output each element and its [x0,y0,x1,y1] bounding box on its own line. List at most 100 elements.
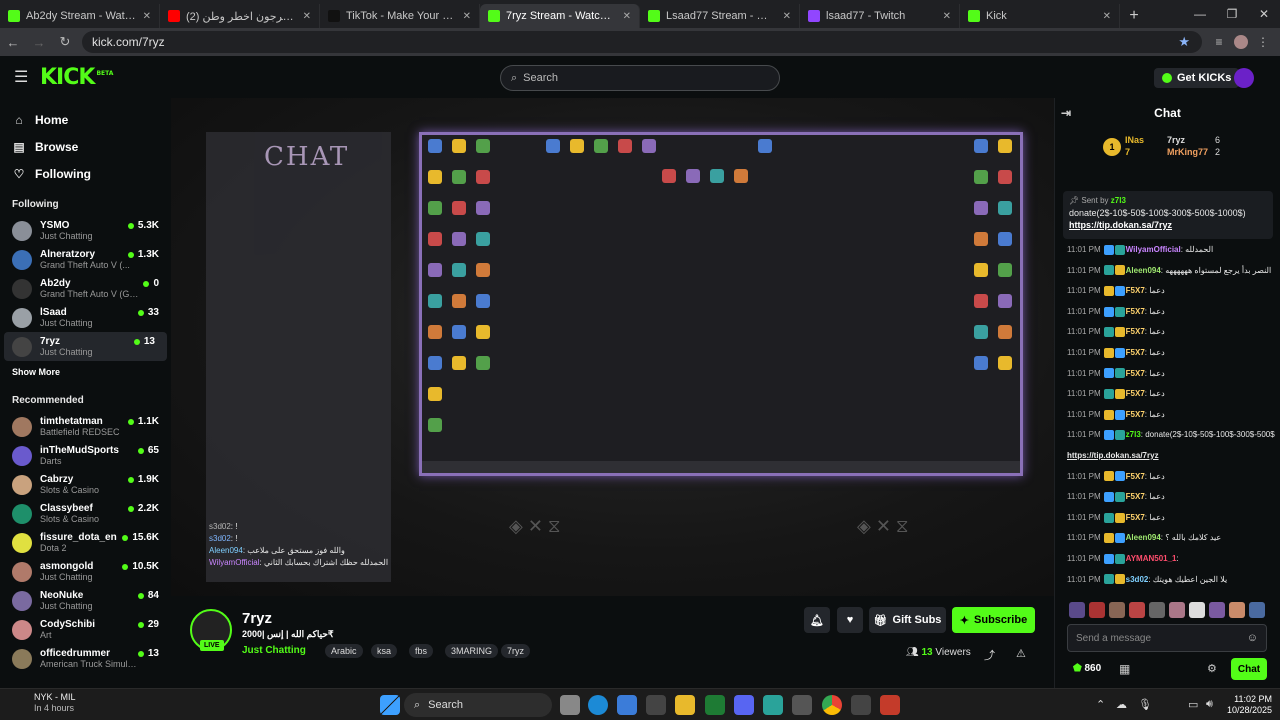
browser-tab[interactable]: lsaad77 - Twitch ✕ [800,4,960,28]
chat-username[interactable]: Aleen094 [1126,266,1161,275]
chrome-icon[interactable] [822,695,842,715]
url-field[interactable]: kick.com/7ryz ★ [82,31,1202,53]
onedrive-icon[interactable]: ☁ [1116,698,1127,711]
obs-icon[interactable] [880,695,900,715]
sidebar-channel[interactable]: Ab2dy Grand Theft Auto V (GTA) 0 [0,274,171,303]
volume-icon[interactable]: 🔊︎ [1206,698,1213,711]
browser-tab[interactable]: Lsaad77 Stream - Watch Live o ✕ [640,4,800,28]
chat-settings-icon[interactable]: ⚙ [1207,662,1217,675]
gift-shop-icon[interactable]: ▦ [1119,662,1130,676]
pinned-message[interactable]: 📌︎ Sent by z7l3 donate(2$-10$-50$-100$-3… [1063,191,1273,239]
tab-close-icon[interactable]: ✕ [463,11,471,22]
channel-points[interactable]: ⬟ 860 [1073,663,1101,674]
stream-tag[interactable]: fbs [409,644,434,658]
sidebar-channel[interactable]: timthetatman Battlefield REDSEC 1.1K [0,412,171,441]
emote-icon[interactable] [1129,602,1145,618]
maximize-icon[interactable]: ❐ [1216,0,1248,28]
video-player[interactable]: CHAT s3d02: ! s3d02: ! Aleen094: والله فوز… [171,98,1054,596]
sidebar-channel[interactable]: NeoNuke Just Chatting 84 [0,586,171,615]
notification-bell-button[interactable]: 🔔︎ [804,607,830,633]
weather-widget[interactable]: NYK - MIL In 4 hours [10,692,76,714]
stream-tag[interactable]: 7ryz [501,644,531,658]
discord-icon[interactable] [734,695,754,715]
share-icon[interactable]: ⤴ [984,647,995,663]
user-avatar[interactable] [1234,68,1254,88]
network-icon[interactable]: ▭ [1188,698,1198,711]
profile-icon[interactable] [1234,35,1248,49]
chat-username[interactable]: AYMAN501_1 [1126,554,1177,563]
sidebar-nav-browse[interactable]: ▤ Browse [0,133,171,160]
send-chat-button[interactable]: Chat [1231,658,1267,680]
sidebar-nav-home[interactable]: ⌂ Home [0,106,171,133]
windows-start-icon[interactable] [380,695,400,715]
menu-dots-icon[interactable]: ⋮ [1252,35,1274,49]
collapse-chat-icon[interactable]: ⇥ [1061,106,1071,120]
stream-tag[interactable]: Arabic [325,644,363,658]
chat-message-input[interactable]: Send a message ☺ [1067,624,1267,652]
copilot-icon[interactable] [617,695,637,715]
sidebar-channel[interactable]: fissure_dota_en Dota 2 15.6K [0,528,171,557]
forward-icon[interactable]: → [26,28,52,56]
store-icon[interactable] [646,695,666,715]
taskbar-search[interactable]: ⌕ Search [404,693,552,717]
show-more-link[interactable]: Show More [0,361,171,383]
task-view-icon[interactable] [560,695,580,715]
sidebar-channel[interactable]: asmongold Just Chatting 10.5K [0,557,171,586]
emote-icon[interactable] [1249,602,1265,618]
gift-subs-button[interactable]: 🎁︎ Gift Subs [869,607,946,633]
emote-icon[interactable] [1069,602,1085,618]
emote-icon[interactable] [1229,602,1245,618]
browser-tab[interactable]: Ab2dy Stream - Watch Live on K ✕ [0,4,160,28]
chat-username[interactable]: F5X7 [1126,410,1145,419]
chat-username[interactable]: F5X7 [1126,369,1145,378]
stream-tag[interactable]: ksa [371,644,398,658]
browser-tab[interactable]: 7ryz Stream - Watch Live on ✕ [480,4,640,28]
chat-username[interactable]: F5X7 [1126,286,1145,295]
browser-tab[interactable]: Kick ✕ [960,4,1120,28]
chat-username[interactable]: F5X7 [1126,472,1145,481]
follow-heart-button[interactable]: ♥ [837,607,863,633]
sidebar-channel[interactable]: Alneratzory Grand Theft Auto V (... 1.3K [0,245,171,274]
chat-username[interactable]: F5X7 [1126,389,1145,398]
sidebar-channel[interactable]: YSMO Just Chatting 5.3K [0,216,171,245]
media-controls-icon[interactable]: ≡ [1208,35,1230,49]
chat-username[interactable]: F5X7 [1126,348,1145,357]
close-window-icon[interactable]: ✕ [1248,0,1280,28]
sidebar-channel[interactable]: inTheMudSports Darts 65 [0,441,171,470]
bookmark-star-icon[interactable]: ★ [1178,34,1190,50]
chat-username[interactable]: WilyamOfficial [1126,245,1181,254]
tab-close-icon[interactable]: ✕ [623,11,631,22]
chat-username[interactable]: F5X7 [1126,492,1145,501]
minimize-icon[interactable]: — [1184,0,1216,28]
sidebar-channel[interactable]: Cabrzy Slots & Casino 1.9K [0,470,171,499]
tab-close-icon[interactable]: ✕ [143,11,151,22]
sidebar-channel[interactable]: officedrummer American Truck Simulator 13 [0,644,171,673]
file-explorer-icon[interactable] [675,695,695,715]
edge-icon[interactable] [588,695,608,715]
chat-username[interactable]: z7l3 [1126,430,1141,439]
kick-logo[interactable]: KICK BETA [40,65,113,90]
emote-icon[interactable] [1209,602,1225,618]
chat-username[interactable]: Aleen094 [1126,533,1161,542]
emote-icon[interactable] [1149,602,1165,618]
emote-icon[interactable] [1089,602,1105,618]
sidebar-channel[interactable]: Classybeef Slots & Casino 2.2K [0,499,171,528]
emote-icon[interactable] [1169,602,1185,618]
pinned-link[interactable]: https://tip.dokan.sa/7ryz [1069,220,1172,230]
tab-close-icon[interactable]: ✕ [783,11,791,22]
emoji-icon[interactable]: ☺ [1247,632,1258,644]
sidebar-channel[interactable]: 7ryz Just Chatting 13 [4,332,167,361]
sidebar-nav-following[interactable]: ♡ Following [0,160,171,187]
reload-icon[interactable]: ↻ [52,28,78,56]
get-kicks-button[interactable]: Get KICKs [1154,68,1240,88]
settings-app-icon[interactable] [792,695,812,715]
sidebar-channel[interactable]: lSaad Just Chatting 33 [0,303,171,332]
xbox-icon[interactable] [705,695,725,715]
system-clock[interactable]: 11:02 PM 10/28/2025 [1227,694,1272,716]
chat-username[interactable]: F5X7 [1126,327,1145,336]
chat-username[interactable]: s3d02 [1126,575,1149,584]
emote-icon[interactable] [1109,602,1125,618]
stream-tag[interactable]: 3MARING [445,644,499,658]
hamburger-menu-icon[interactable]: ☰ [14,67,34,87]
search-input[interactable]: ⌕ Search [500,65,780,91]
